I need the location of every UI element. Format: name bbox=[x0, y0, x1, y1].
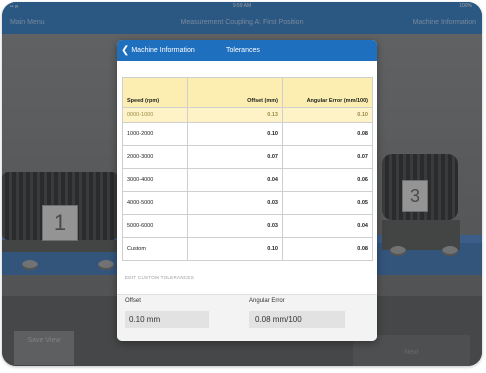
angular-cell: 0.10 bbox=[282, 107, 373, 123]
header-speed: Speed (rpm) bbox=[122, 77, 188, 108]
back-label: Machine Information bbox=[131, 47, 195, 54]
speed-cell: Custom bbox=[122, 237, 188, 261]
speed-cell: 4000-5000 bbox=[122, 191, 188, 215]
offset-cell: 0.04 bbox=[187, 168, 283, 192]
table-row-selected[interactable]: 0000-1000 0.13 0.10 bbox=[122, 107, 373, 123]
angular-cell: 0.08 bbox=[282, 122, 373, 146]
popover-header: ❮ Machine Information Tolerances bbox=[117, 40, 377, 61]
table-row[interactable]: 4000-5000 0.03 0.05 bbox=[122, 191, 373, 215]
offset-cell: 0.10 bbox=[187, 237, 283, 261]
angular-cell: 0.04 bbox=[282, 214, 373, 238]
tolerance-table: Speed (rpm) Offset (mm) Angular Error (m… bbox=[122, 77, 373, 261]
table-header-row: Speed (rpm) Offset (mm) Angular Error (m… bbox=[122, 77, 373, 108]
speed-cell: 1000-2000 bbox=[122, 122, 188, 146]
speed-cell: 2000-3000 bbox=[122, 145, 188, 169]
offset-cell: 0.07 bbox=[187, 145, 283, 169]
tolerances-popover: ❮ Machine Information Tolerances Speed (… bbox=[117, 40, 377, 341]
table-row[interactable]: 5000-6000 0.03 0.04 bbox=[122, 214, 373, 238]
header-angular-error: Angular Error (mm/100) bbox=[282, 77, 373, 108]
offset-cell: 0.10 bbox=[187, 122, 283, 146]
back-button[interactable]: ❮ Machine Information bbox=[121, 45, 195, 56]
speed-cell: 3000-4000 bbox=[122, 168, 188, 192]
angular-error-label: Angular Error bbox=[249, 298, 285, 304]
edit-custom-tolerances: EDIT CUSTOM TOLERANCES Offset 0.10 mm An… bbox=[117, 275, 377, 341]
table-row-custom[interactable]: Custom 0.10 0.08 bbox=[122, 237, 373, 261]
table-row[interactable]: 2000-3000 0.07 0.07 bbox=[122, 145, 373, 169]
speed-cell: 0000-1000 bbox=[122, 107, 188, 123]
tolerance-table-container: Speed (rpm) Offset (mm) Angular Error (m… bbox=[122, 77, 373, 261]
angular-cell: 0.06 bbox=[282, 168, 373, 192]
speed-cell: 5000-6000 bbox=[122, 214, 188, 238]
header-offset: Offset (mm) bbox=[187, 77, 283, 108]
angular-error-input[interactable]: 0.08 mm/100 bbox=[249, 311, 345, 328]
angular-cell: 0.08 bbox=[282, 237, 373, 261]
angular-cell: 0.05 bbox=[282, 191, 373, 215]
offset-input[interactable]: 0.10 mm bbox=[125, 311, 209, 328]
offset-cell: 0.03 bbox=[187, 191, 283, 215]
chevron-left-icon: ❮ bbox=[121, 45, 130, 56]
section-title: EDIT CUSTOM TOLERANCES bbox=[125, 275, 195, 280]
offset-cell: 0.03 bbox=[187, 214, 283, 238]
popover-title: Tolerances bbox=[226, 47, 260, 54]
offset-label: Offset bbox=[125, 298, 141, 304]
angular-cell: 0.07 bbox=[282, 145, 373, 169]
table-row[interactable]: 1000-2000 0.10 0.08 bbox=[122, 122, 373, 146]
offset-cell: 0.13 bbox=[187, 107, 283, 123]
table-row[interactable]: 3000-4000 0.04 0.06 bbox=[122, 168, 373, 192]
